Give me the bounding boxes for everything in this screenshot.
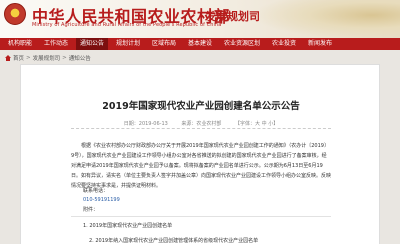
national-emblem-icon[interactable] (4, 3, 26, 25)
breadcrumb-separator: > (62, 54, 67, 61)
font-size-control[interactable]: 【字体：大 中 小】 (235, 120, 278, 127)
nav-item-functions[interactable]: 机构职能 (4, 38, 36, 50)
attachment-link-2[interactable]: 2. 2019年纳入国家现代农业产业园创建管理体系的省级现代农业产业园名单 (89, 237, 258, 244)
article-card: 2019年国家现代农业产业园创建名单公示公告 日期：2019-06-13 来源：… (20, 64, 380, 244)
nav-item-news[interactable]: 工作动态 (40, 38, 72, 50)
breadcrumb-department[interactable]: 发展规划司 (33, 54, 61, 62)
department-title[interactable]: 发展规划司 (205, 8, 260, 24)
nav-item-construction[interactable]: 基本建设 (184, 38, 216, 50)
attachments-divider (71, 216, 331, 217)
article-paragraph: 根据《农业农村部办公厅财政部办公厅关于开展2019年国家现代农业产业园创建工作的… (71, 143, 332, 189)
breadcrumb-separator: > (26, 54, 31, 61)
contact-phone-link[interactable]: 010-59191199 (83, 197, 120, 203)
nav-item-notices[interactable]: 通知公告 (76, 38, 109, 50)
contact-label: 联系电话： (83, 188, 109, 194)
nav-item-planning[interactable]: 规划计划 (112, 38, 144, 50)
breadcrumb-notices[interactable]: 通知公告 (69, 54, 91, 62)
nav-item-investment[interactable]: 农业投资 (268, 38, 300, 50)
main-nav: 机构职能 工作动态 通知公告 规划计划 区域布局 基本建设 农业资源区划 农业投… (0, 38, 400, 50)
article-body: 根据《农业农村部办公厅财政部办公厅关于开展2019年国家现代农业产业园创建工作的… (71, 141, 331, 191)
wheat-banner-image (260, 0, 400, 38)
nav-item-regional[interactable]: 区域布局 (148, 38, 180, 50)
article-meta: 日期：2019-06-13 来源：农业农村部 【字体：大 中 小】 (21, 120, 381, 127)
title-divider (71, 128, 331, 129)
attachment-link-1[interactable]: 1. 2019年国家现代农业产业园创建名单 (83, 222, 172, 229)
home-icon (5, 54, 11, 61)
site-header: 中华人民共和国农业农村部 Ministry of Agriculture and… (0, 0, 400, 38)
article-source: 来源：农业农村部 (181, 121, 222, 127)
nav-item-press[interactable]: 新闻发布 (304, 38, 336, 50)
breadcrumb: 首页 > 发展规划司 > 通知公告 (5, 53, 91, 62)
attachments-label: 附件： (83, 207, 99, 213)
article-title: 2019年国家现代农业产业园创建名单公示公告 (102, 101, 300, 112)
nav-item-resources[interactable]: 农业资源区划 (220, 38, 264, 50)
site-subtitle: Ministry of Agriculture and Rural Affair… (32, 22, 222, 28)
breadcrumb-home[interactable]: 首页 (13, 54, 24, 62)
article-date: 日期：2019-06-13 (123, 121, 168, 127)
